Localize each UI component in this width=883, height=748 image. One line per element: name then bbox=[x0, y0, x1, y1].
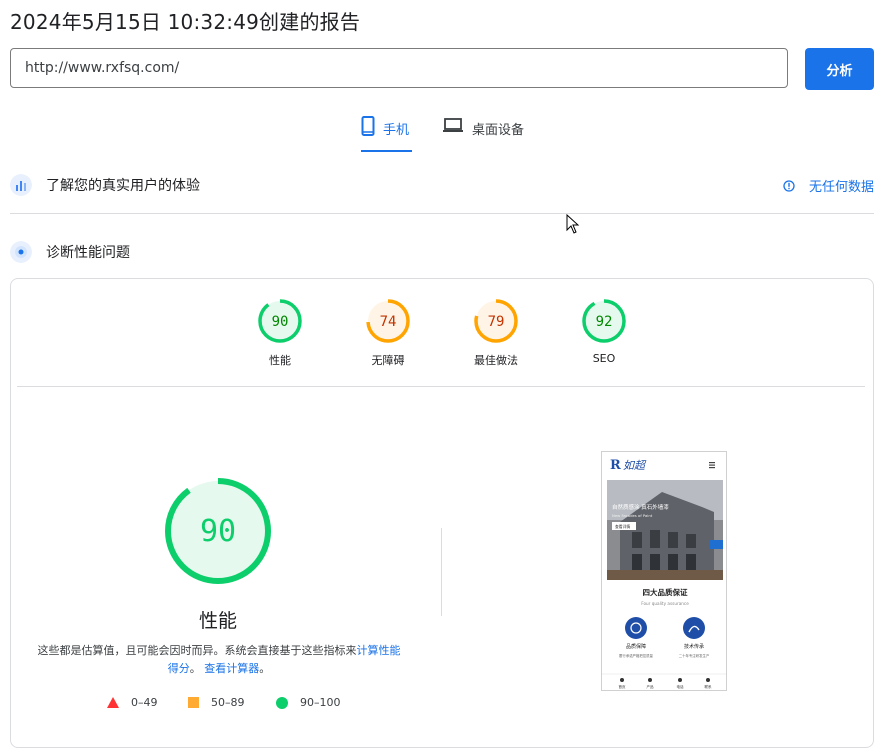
performance-gauge-large: 90 bbox=[165, 478, 271, 584]
screenshot-card1-title: 品质保障 bbox=[626, 643, 646, 650]
screenshot-hero-line1: 自然质感涂 真石外墙漆 bbox=[612, 503, 669, 511]
tab-mobile[interactable]: 手机 bbox=[361, 116, 412, 152]
score-gauge-ring: 90 bbox=[258, 299, 302, 343]
score-gauge-ring: 79 bbox=[474, 299, 518, 343]
url-input-value[interactable]: http://www.rxfsq.com/ bbox=[25, 60, 179, 76]
smartphone-icon bbox=[361, 116, 375, 136]
score-gauge-0[interactable]: 90 性能 bbox=[235, 298, 325, 368]
screenshot-nav-home: 首页 bbox=[619, 684, 627, 689]
screenshot-section-sub: Four quality assurance bbox=[641, 601, 689, 606]
score-label: 最佳做法 bbox=[474, 354, 518, 367]
diagnose-row: 诊断性能问题 bbox=[10, 241, 130, 263]
screenshot-card2-title: 技术传承 bbox=[684, 643, 704, 650]
average-square-icon bbox=[188, 697, 199, 708]
screenshot-section-title: 四大品质保证 bbox=[643, 587, 688, 597]
score-gauge-1[interactable]: 74 无障碍 bbox=[343, 298, 433, 368]
performance-score-large: 90 bbox=[200, 514, 236, 549]
tab-mobile-label: 手机 bbox=[383, 123, 410, 138]
gauges-divider bbox=[17, 386, 865, 387]
no-data-label[interactable]: 无任何数据 bbox=[809, 176, 874, 195]
diagnose-icon bbox=[10, 241, 32, 263]
score-gauge-ring: 92 bbox=[582, 299, 626, 343]
score-description: 这些都是估算值，且可能会因时而异。系统会直接基于这些指标来计算性能得分。 查看计… bbox=[34, 642, 404, 678]
performance-title: 性能 bbox=[198, 610, 237, 632]
score-value: 74 bbox=[380, 314, 397, 330]
info-icon bbox=[783, 179, 795, 192]
page-screenshot[interactable]: R 如超 自然质感涂 真石外墙漆 New Facades of Paint 查看… bbox=[601, 451, 727, 691]
description-text: 这些都是估算值，且可能会因时而异。系统会直接基于这些指标来 bbox=[37, 644, 357, 657]
tab-desktop[interactable]: 桌面设备 bbox=[442, 116, 524, 150]
field-data-label: 了解您的真实用户的体验 bbox=[46, 178, 200, 194]
fail-triangle-icon bbox=[107, 697, 119, 708]
content-divider bbox=[441, 528, 442, 616]
view-calculator-link[interactable]: 查看计算器 bbox=[204, 662, 259, 675]
analyze-button[interactable]: 分析 bbox=[805, 48, 874, 90]
legend-average: 50–89 bbox=[188, 696, 245, 709]
screenshot-graphic: R 如超 自然质感涂 真石外墙漆 New Facades of Paint 查看… bbox=[602, 452, 726, 690]
score-value: 79 bbox=[488, 314, 505, 330]
screenshot-card1-text: 履行承诺严格把控质量 bbox=[619, 653, 654, 658]
screenshot-logo: R bbox=[610, 458, 621, 473]
mouse-cursor-icon bbox=[566, 214, 580, 234]
legend-pass: 90–100 bbox=[276, 696, 341, 709]
laptop-icon bbox=[443, 118, 463, 132]
report-title: 2024年5月15日 10:32:49创建的报告 bbox=[10, 10, 361, 34]
section-divider bbox=[10, 213, 874, 214]
score-label: 性能 bbox=[269, 354, 291, 367]
score-gauge-3[interactable]: 92 SEO bbox=[559, 298, 649, 365]
screenshot-brand: 如超 bbox=[623, 459, 647, 472]
score-label: SEO bbox=[592, 352, 616, 365]
pass-circle-icon bbox=[276, 696, 288, 709]
screenshot-hero-button: 查看详情 bbox=[615, 524, 630, 529]
screenshot-nav-contact: 联系 bbox=[705, 684, 713, 689]
legend-fail-range: 0–49 bbox=[131, 696, 158, 709]
field-data-row: 了解您的真实用户的体验 bbox=[10, 174, 200, 196]
score-gauge-2[interactable]: 79 最佳做法 bbox=[451, 298, 541, 368]
diagnose-label: 诊断性能问题 bbox=[46, 245, 130, 261]
score-value: 90 bbox=[272, 314, 289, 330]
legend-pass-range: 90–100 bbox=[300, 696, 341, 709]
field-data-icon bbox=[10, 174, 32, 196]
legend-average-range: 50–89 bbox=[211, 696, 245, 709]
screenshot-hero-line2: New Facades of Paint bbox=[612, 513, 653, 518]
screenshot-card2-text: 二十年专注研发生产 bbox=[679, 653, 710, 658]
score-value: 92 bbox=[596, 314, 613, 330]
score-gauge-ring: 74 bbox=[366, 299, 410, 343]
screenshot-nav-products: 产品 bbox=[647, 684, 655, 689]
tab-desktop-label: 桌面设备 bbox=[472, 123, 525, 138]
no-data-indicator[interactable]: 无任何数据 bbox=[783, 176, 874, 195]
url-input[interactable]: http://www.rxfsq.com/ bbox=[10, 48, 788, 88]
description-sep: 。 bbox=[189, 662, 201, 675]
description-end: 。 bbox=[259, 662, 271, 675]
screenshot-nav-phone: 电话 bbox=[677, 684, 685, 689]
score-label: 无障碍 bbox=[371, 354, 405, 367]
legend-fail: 0–49 bbox=[107, 696, 158, 709]
